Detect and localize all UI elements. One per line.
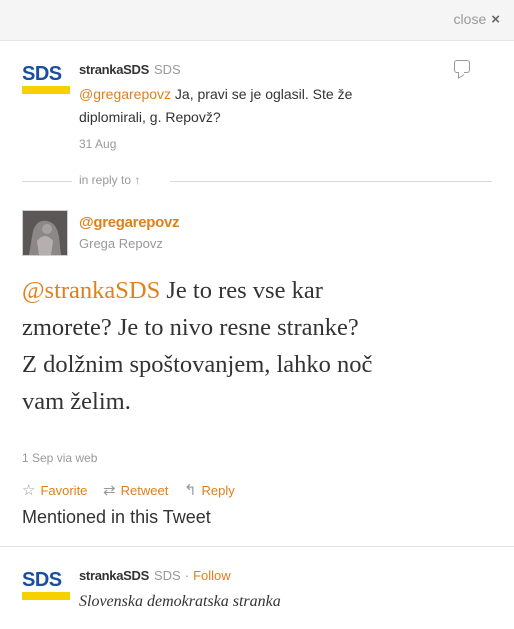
dialog-header: close × bbox=[0, 0, 514, 41]
divider-line-left bbox=[22, 181, 72, 182]
in-reply-to-label: in reply to ↑ bbox=[79, 173, 141, 187]
user-handle-link[interactable]: @gregarepovz bbox=[79, 214, 180, 231]
divider-line-right bbox=[170, 181, 492, 182]
tweet-text-line4: vam želim. bbox=[22, 388, 131, 415]
favorite-label: Favorite bbox=[40, 482, 88, 498]
tweet-text-line2: zmorete? Je to nivo resne stranke? bbox=[22, 314, 359, 341]
tweet-text-line1: Je to res vse kar bbox=[160, 277, 323, 304]
mentioned-user-header: strankaSDS SDS · Follow bbox=[79, 567, 231, 585]
parent-tweet: SDS strankaSDS SDS @gregarepovz Ja, pravi… bbox=[0, 41, 514, 181]
tweet-text-line2: diplomirali, g. Repovž? bbox=[79, 109, 221, 125]
tweet-text-line1: Ja, pravi se je oglasil. Ste že bbox=[171, 86, 353, 102]
separator-dot: · bbox=[184, 568, 190, 583]
tweet-text: @gregarepovz Ja, pravi se je oglasil. St… bbox=[79, 83, 479, 129]
star-icon: ☆ bbox=[22, 482, 36, 499]
mentioned-user-bio: Slovenska demokratska stranka bbox=[79, 593, 281, 610]
author-name[interactable]: strankaSDS bbox=[79, 62, 149, 77]
logo-text: SDS bbox=[22, 569, 62, 591]
close-label: close bbox=[453, 11, 487, 27]
in-reply-to-divider: in reply to ↑ bbox=[0, 173, 514, 189]
mention-link[interactable]: @gregarepovz bbox=[79, 86, 171, 102]
tweet-actions: ☆ Favorite ⇄ Retweet ↰ Reply bbox=[22, 481, 247, 499]
speech-bubble-icon[interactable] bbox=[454, 60, 470, 73]
logo-yellow-bar bbox=[22, 86, 70, 94]
sds-logo-avatar[interactable]: SDS bbox=[22, 570, 70, 602]
mention-link[interactable]: @strankaSDS bbox=[22, 277, 160, 304]
focused-tweet-text: @strankaSDS Je to res vse kar zmorete? J… bbox=[22, 272, 492, 420]
tweet-meta[interactable]: 1 Sep via web bbox=[22, 451, 97, 465]
retweet-icon: ⇄ bbox=[103, 482, 116, 499]
retweet-label: Retweet bbox=[120, 482, 169, 498]
logo-text: SDS bbox=[22, 63, 62, 85]
avatar-image bbox=[23, 211, 67, 255]
reply-button[interactable]: ↰ Reply bbox=[184, 481, 235, 499]
sds-logo-avatar[interactable]: SDS bbox=[22, 64, 70, 96]
tweet-date[interactable]: 31 Aug bbox=[79, 137, 116, 151]
favorite-button[interactable]: ☆ Favorite bbox=[22, 481, 87, 499]
mentioned-user-name[interactable]: strankaSDS bbox=[79, 568, 149, 583]
follow-button[interactable]: Follow bbox=[193, 568, 231, 583]
user-avatar[interactable] bbox=[22, 210, 68, 256]
tweet-header: strankaSDS SDS bbox=[79, 61, 181, 79]
author-handle[interactable]: SDS bbox=[154, 62, 181, 77]
user-display-name[interactable]: Grega Repovz bbox=[79, 236, 163, 251]
logo-yellow-bar bbox=[22, 592, 70, 600]
reply-label: Reply bbox=[201, 482, 235, 498]
mentioned-heading: Mentioned in this Tweet bbox=[22, 507, 211, 527]
reply-arrow-icon: ↰ bbox=[183, 482, 197, 499]
mentioned-user-handle[interactable]: SDS bbox=[154, 568, 181, 583]
close-button[interactable]: close × bbox=[454, 11, 500, 28]
close-icon: × bbox=[491, 11, 500, 28]
retweet-button[interactable]: ⇄ Retweet bbox=[103, 481, 168, 499]
section-divider bbox=[0, 546, 514, 547]
tweet-text-line3: Z dolžnim spoštovanjem, lahko noč bbox=[22, 351, 373, 378]
